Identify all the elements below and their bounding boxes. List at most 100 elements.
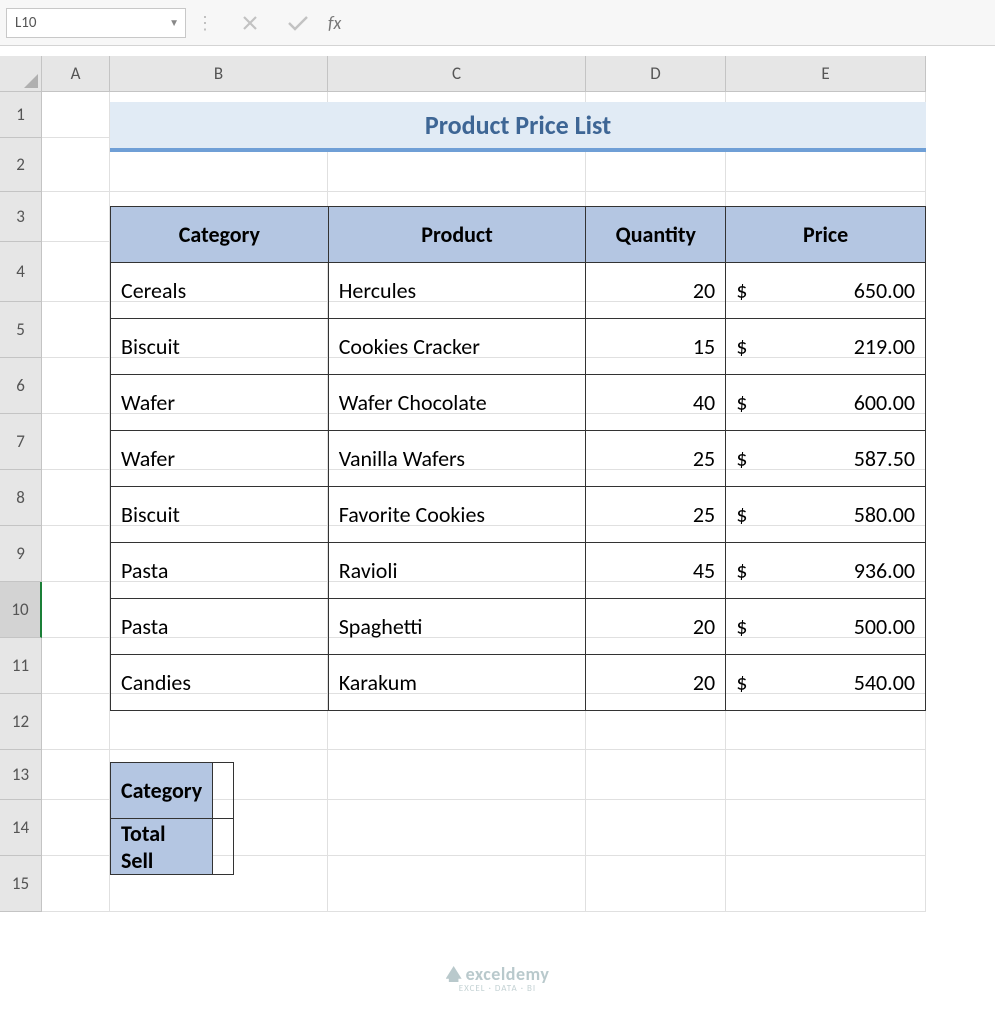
cell-product[interactable]: Favorite Cookies: [328, 487, 586, 543]
row-header-11[interactable]: 11: [0, 638, 42, 694]
cell-category[interactable]: Cereals: [111, 263, 329, 319]
summary-value-category[interactable]: [213, 763, 234, 819]
cell-quantity[interactable]: 45: [586, 543, 726, 599]
cell-product[interactable]: Vanilla Wafers: [328, 431, 586, 487]
cell-product[interactable]: Spaghetti: [328, 599, 586, 655]
row-header-3[interactable]: 3: [0, 192, 42, 242]
cell-price[interactable]: $500.00: [726, 599, 926, 655]
select-all-corner[interactable]: [0, 56, 42, 92]
cell-product[interactable]: Karakum: [328, 655, 586, 711]
col-header-C[interactable]: C: [328, 56, 586, 92]
row-header-5[interactable]: 5: [0, 302, 42, 358]
cell-category[interactable]: Biscuit: [111, 487, 329, 543]
cell-quantity[interactable]: 25: [586, 487, 726, 543]
row-header-15[interactable]: 15: [0, 856, 42, 912]
cell-quantity[interactable]: 20: [586, 599, 726, 655]
row-header-2[interactable]: 2: [0, 138, 42, 192]
page-title[interactable]: Product Price List: [110, 102, 926, 152]
cell[interactable]: [42, 856, 110, 912]
cell[interactable]: [42, 638, 110, 694]
cell[interactable]: [586, 750, 726, 800]
cell[interactable]: [726, 750, 926, 800]
product-table: Category Product Quantity Price CerealsH…: [110, 206, 926, 711]
cell[interactable]: [42, 138, 110, 192]
row-header-8[interactable]: 8: [0, 470, 42, 526]
table-row: WaferWafer Chocolate40$600.00: [111, 375, 926, 431]
cell[interactable]: [726, 856, 926, 912]
summary-value-total[interactable]: [213, 819, 234, 875]
cell-product[interactable]: Wafer Chocolate: [328, 375, 586, 431]
cell[interactable]: [328, 856, 586, 912]
row-header-7[interactable]: 7: [0, 414, 42, 470]
row-header-12[interactable]: 12: [0, 694, 42, 750]
table-row: WaferVanilla Wafers25$587.50: [111, 431, 926, 487]
header-price[interactable]: Price: [726, 207, 926, 263]
name-box[interactable]: L10 ▼: [6, 8, 186, 38]
row-header-13[interactable]: 13: [0, 750, 42, 800]
watermark-icon: [446, 966, 462, 982]
cell-quantity[interactable]: 25: [586, 431, 726, 487]
cell-category[interactable]: Pasta: [111, 599, 329, 655]
cell-price[interactable]: $587.50: [726, 431, 926, 487]
cell[interactable]: [42, 800, 110, 856]
cell[interactable]: [42, 414, 110, 470]
row-header-14[interactable]: 14: [0, 800, 42, 856]
fx-icon[interactable]: fx: [328, 12, 341, 34]
cell[interactable]: [42, 302, 110, 358]
cell-price[interactable]: $650.00: [726, 263, 926, 319]
summary-table: Category Total Sell: [110, 762, 234, 875]
cell[interactable]: [42, 470, 110, 526]
cell-quantity[interactable]: 20: [586, 655, 726, 711]
header-category[interactable]: Category: [111, 207, 329, 263]
cell-product[interactable]: Cookies Cracker: [328, 319, 586, 375]
row-header-10[interactable]: 10: [0, 582, 42, 638]
cell[interactable]: [328, 750, 586, 800]
cell[interactable]: [42, 92, 110, 138]
cell[interactable]: [42, 526, 110, 582]
drag-handle-icon[interactable]: ⋮: [186, 12, 226, 34]
row-header-1[interactable]: 1: [0, 92, 42, 138]
header-product[interactable]: Product: [328, 207, 586, 263]
cell[interactable]: [42, 358, 110, 414]
cell[interactable]: [42, 694, 110, 750]
cell-product[interactable]: Ravioli: [328, 543, 586, 599]
cell-price[interactable]: $540.00: [726, 655, 926, 711]
cell[interactable]: [726, 800, 926, 856]
cell-quantity[interactable]: 40: [586, 375, 726, 431]
cell[interactable]: [42, 750, 110, 800]
row-header-4[interactable]: 4: [0, 242, 42, 302]
col-header-B[interactable]: B: [110, 56, 328, 92]
cell[interactable]: [42, 242, 110, 302]
cell-price[interactable]: $219.00: [726, 319, 926, 375]
cell-price[interactable]: $600.00: [726, 375, 926, 431]
cell[interactable]: [586, 800, 726, 856]
dropdown-icon[interactable]: ▼: [169, 16, 179, 29]
cell-category[interactable]: Biscuit: [111, 319, 329, 375]
summary-label-category[interactable]: Category: [111, 763, 213, 819]
cell[interactable]: [42, 582, 110, 638]
formula-input[interactable]: [349, 8, 995, 38]
cell-category[interactable]: Wafer: [111, 431, 329, 487]
header-quantity[interactable]: Quantity: [586, 207, 726, 263]
cell[interactable]: [586, 856, 726, 912]
table-row: PastaSpaghetti20$500.00: [111, 599, 926, 655]
cell-product[interactable]: Hercules: [328, 263, 586, 319]
cancel-icon[interactable]: [226, 4, 274, 42]
cell-price[interactable]: $580.00: [726, 487, 926, 543]
cell-quantity[interactable]: 15: [586, 319, 726, 375]
confirm-icon[interactable]: [274, 4, 322, 42]
row-header-6[interactable]: 6: [0, 358, 42, 414]
cell-category[interactable]: Candies: [111, 655, 329, 711]
col-header-E[interactable]: E: [726, 56, 926, 92]
col-header-D[interactable]: D: [586, 56, 726, 92]
cell-quantity[interactable]: 20: [586, 263, 726, 319]
cell-price[interactable]: $936.00: [726, 543, 926, 599]
summary-label-total[interactable]: Total Sell: [111, 819, 213, 875]
cell[interactable]: [328, 800, 586, 856]
cell[interactable]: [42, 192, 110, 242]
cell-category[interactable]: Pasta: [111, 543, 329, 599]
cell-category[interactable]: Wafer: [111, 375, 329, 431]
row-header-9[interactable]: 9: [0, 526, 42, 582]
col-header-A[interactable]: A: [42, 56, 110, 92]
watermark-text: exceldemy: [466, 963, 550, 985]
